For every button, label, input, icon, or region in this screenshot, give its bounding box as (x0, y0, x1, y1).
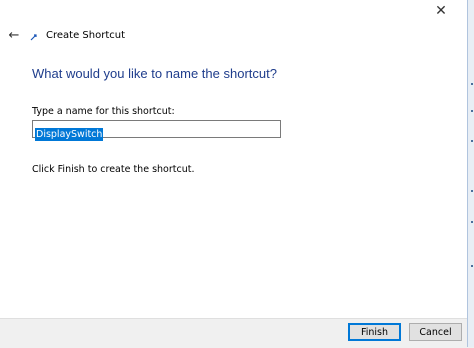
finish-instruction: Click Finish to create the shortcut. (32, 164, 195, 175)
shortcut-icon (30, 33, 38, 41)
background-mark (471, 83, 473, 85)
title-bar (0, 0, 474, 30)
back-arrow-icon: ← (8, 27, 20, 43)
name-field-label: Type a name for this shortcut: (32, 106, 175, 117)
background-mark (471, 265, 473, 267)
button-bar (0, 318, 474, 348)
shortcut-name-input[interactable]: DisplaySwitch (32, 120, 281, 141)
cancel-button[interactable]: Cancel (409, 323, 462, 341)
close-button[interactable]: ✕ (432, 0, 450, 22)
page-heading: What would you like to name the shortcut… (32, 66, 277, 81)
finish-button[interactable]: Finish (348, 323, 401, 341)
back-button[interactable]: ← (6, 27, 22, 43)
background-window-edge (468, 0, 474, 347)
background-mark (471, 221, 473, 223)
shortcut-name-value: DisplaySwitch (35, 128, 104, 141)
background-mark (471, 110, 473, 112)
background-mark (471, 140, 473, 142)
close-icon: ✕ (435, 3, 447, 19)
window-title: Create Shortcut (46, 30, 125, 41)
background-mark (471, 190, 473, 192)
